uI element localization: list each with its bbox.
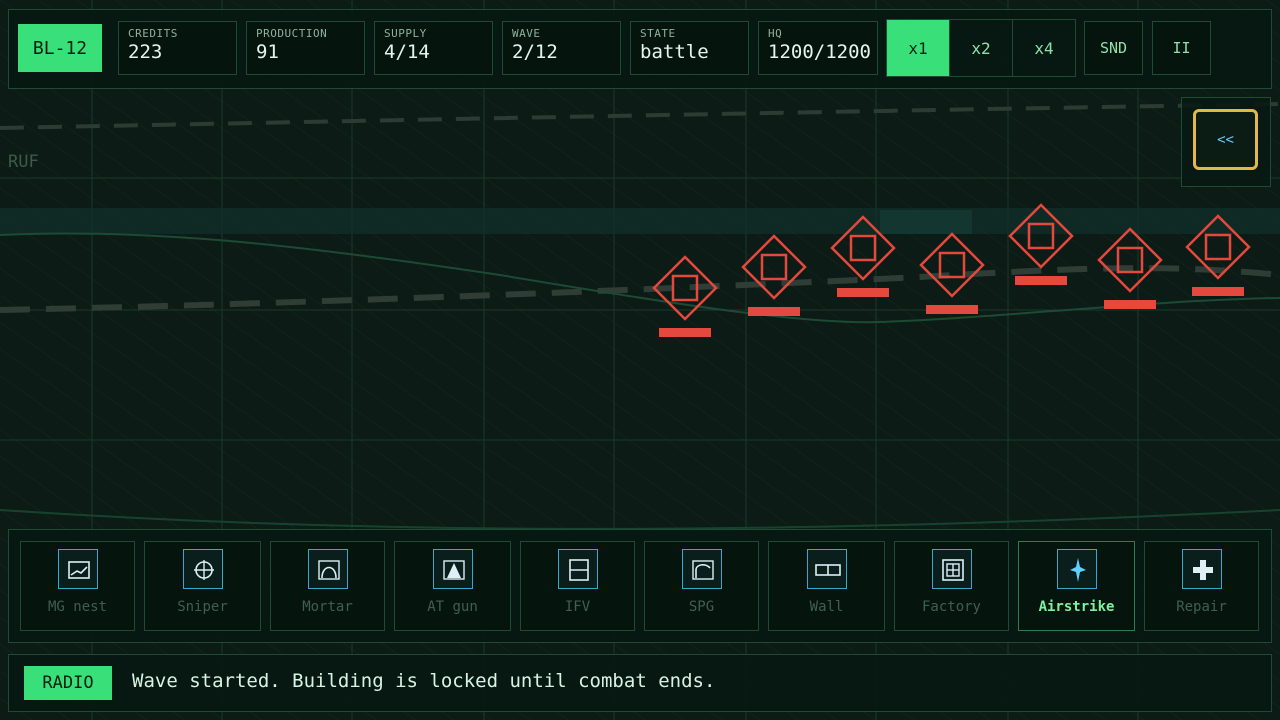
- build-card-at-gun[interactable]: AT gun: [394, 541, 511, 631]
- build-card-label: Mortar: [302, 599, 353, 615]
- mg-nest-icon: [57, 549, 98, 589]
- speed-selector: x1 x2 x4: [886, 19, 1076, 77]
- build-card-label: Sniper: [177, 599, 228, 615]
- build-card-factory[interactable]: Factory: [894, 541, 1009, 631]
- build-card-label: Repair: [1176, 599, 1227, 615]
- build-card-label: IFV: [564, 599, 591, 615]
- stat-label: WAVE: [512, 27, 541, 40]
- build-card-repair[interactable]: Repair: [1144, 541, 1259, 631]
- build-card-ifv[interactable]: IFV: [520, 541, 635, 631]
- airstrike-icon: [1056, 549, 1097, 589]
- build-card-sniper[interactable]: Sniper: [144, 541, 261, 631]
- speed-x4-button[interactable]: x4: [1013, 20, 1075, 76]
- stat-label: CREDITS: [128, 27, 178, 40]
- build-card-airstrike[interactable]: Airstrike: [1018, 541, 1135, 631]
- wall-icon: [806, 549, 847, 589]
- at-gun-icon: [432, 549, 473, 589]
- build-card-label: Airstrike: [1038, 599, 1115, 615]
- credits-stat: CREDITS 223: [118, 21, 237, 75]
- stat-label: SUPPLY: [384, 27, 427, 40]
- radio-message: Wave started. Building is locked until c…: [132, 670, 716, 692]
- production-stat: PRODUCTION 91: [246, 21, 365, 75]
- crosshair-icon: [182, 549, 223, 589]
- sound-toggle-button[interactable]: SND: [1084, 21, 1143, 75]
- state-stat: STATE battle: [630, 21, 749, 75]
- zone-label: RUF: [8, 152, 39, 172]
- build-card-label: Factory: [921, 599, 981, 615]
- stat-value: 223: [128, 41, 163, 63]
- repair-cross-icon: [1181, 549, 1222, 589]
- supply-stat: SUPPLY 4/14: [374, 21, 493, 75]
- ifv-icon: [557, 549, 598, 589]
- map-id-badge: BL-12: [18, 24, 102, 72]
- stat-value: 4/14: [384, 41, 430, 63]
- wave-stat: WAVE 2/12: [502, 21, 621, 75]
- build-card-mg-nest[interactable]: MG nest: [20, 541, 135, 631]
- speed-x1-button[interactable]: x1: [887, 20, 950, 76]
- stat-value: battle: [640, 41, 709, 63]
- stat-value: 91: [256, 41, 279, 63]
- build-card-spg[interactable]: SPG: [644, 541, 759, 631]
- build-card-mortar[interactable]: Mortar: [270, 541, 385, 631]
- build-card-label: MG nest: [47, 599, 107, 615]
- radio-badge: RADIO: [24, 666, 112, 700]
- stat-label: STATE: [640, 27, 676, 40]
- build-card-label: Wall: [809, 599, 844, 615]
- build-card-label: SPG: [688, 599, 715, 615]
- stat-label: HQ: [768, 27, 783, 40]
- factory-icon: [931, 549, 972, 589]
- spg-icon: [681, 549, 722, 589]
- pause-button[interactable]: II: [1152, 21, 1211, 75]
- speed-x2-button[interactable]: x2: [950, 20, 1013, 76]
- mortar-arc-icon: [307, 549, 348, 589]
- stat-label: PRODUCTION: [256, 27, 328, 40]
- collapse-panel-button[interactable]: <<: [1193, 109, 1258, 170]
- stat-value: 2/12: [512, 41, 558, 63]
- hq-stat: HQ 1200/1200: [758, 21, 878, 75]
- build-card-wall[interactable]: Wall: [768, 541, 885, 631]
- stat-value: 1200/1200: [768, 41, 871, 63]
- build-card-label: AT gun: [427, 599, 478, 615]
